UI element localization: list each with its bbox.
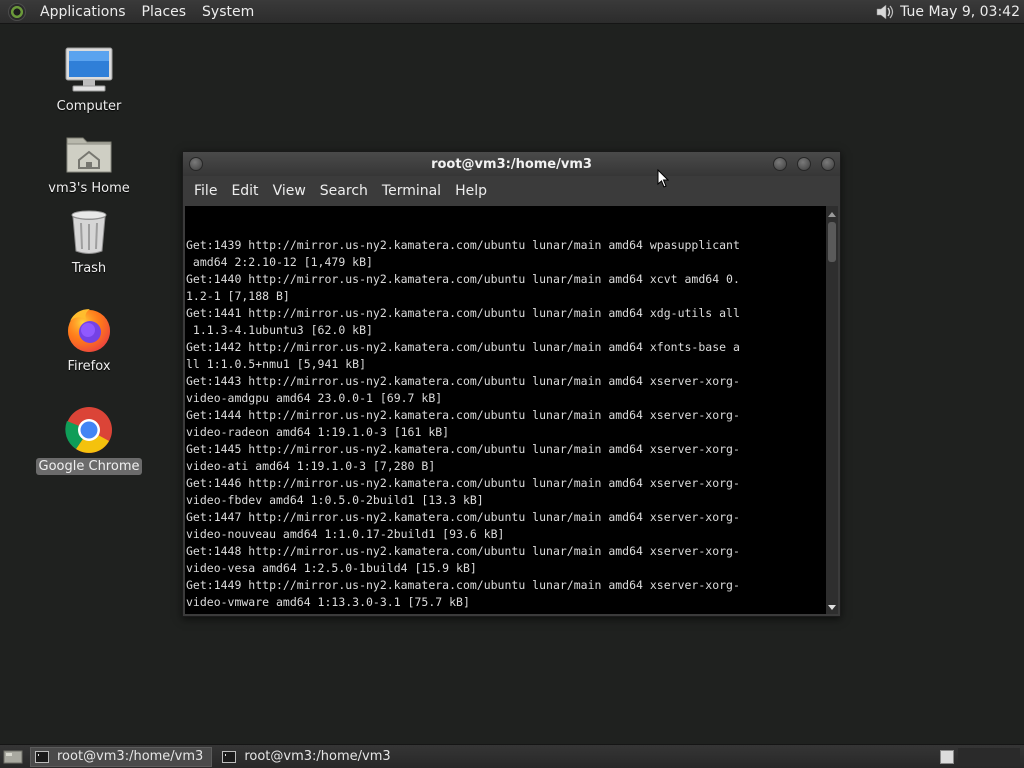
terminal-line: video-vesa amd64 1:2.5.0-1build4 [15.9 k…	[186, 561, 477, 575]
desktop-icon-computer[interactable]: Computer	[34, 44, 144, 115]
mouse-pointer-icon	[657, 168, 670, 193]
desktop-icon-label: Computer	[56, 99, 122, 114]
scroll-thumb[interactable]	[828, 222, 836, 262]
scroll-up-arrow-icon[interactable]	[828, 212, 836, 217]
terminal-line: Get:1447 http://mirror.us-ny2.kamatera.c…	[186, 510, 740, 524]
minimize-button[interactable]	[773, 157, 787, 171]
terminal-line: video-radeon amd64 1:19.1.0-3 [161 kB]	[186, 425, 450, 439]
terminal-output[interactable]: Get:1439 http://mirror.us-ny2.kamatera.c…	[185, 206, 826, 614]
terminal-line: Get:1440 http://mirror.us-ny2.kamatera.c…	[186, 272, 740, 286]
menu-view[interactable]: View	[266, 183, 313, 199]
desktop-icon-label: Firefox	[67, 359, 111, 374]
home-folder-icon	[61, 126, 117, 178]
terminal-line: video-vmware amd64 1:13.3.0-3.1 [75.7 kB…	[186, 595, 470, 609]
show-desktop-icon[interactable]	[2, 748, 24, 766]
maximize-button[interactable]	[797, 157, 811, 171]
menu-applications[interactable]: Applications	[32, 0, 134, 24]
terminal-line: 1.2-1 [7,188 B]	[186, 289, 290, 303]
trash-icon	[61, 206, 117, 258]
menu-system[interactable]: System	[194, 0, 262, 24]
terminal-line: video-ati amd64 1:19.1.0-3 [7,280 B]	[186, 459, 436, 473]
terminal-line: video-nouveau amd64 1:1.0.17-2build1 [93…	[186, 527, 505, 541]
menu-terminal[interactable]: Terminal	[375, 183, 448, 199]
workspace-switcher-2[interactable]	[958, 748, 1020, 766]
terminal-line: Get:1446 http://mirror.us-ny2.kamatera.c…	[186, 476, 740, 490]
window-menu-button[interactable]	[189, 157, 203, 171]
speaker-icon[interactable]	[874, 2, 894, 22]
desktop-icon-home[interactable]: vm3's Home	[34, 126, 144, 197]
desktop-icon-chrome[interactable]: Google Chrome	[34, 404, 144, 475]
terminal-window[interactable]: root@vm3:/home/vm3 File Edit View Search…	[182, 151, 841, 617]
clock[interactable]: Tue May 9, 03:42	[900, 4, 1020, 20]
desktop-icon-label: Trash	[71, 261, 107, 276]
window-title: root@vm3:/home/vm3	[431, 156, 592, 172]
menu-places[interactable]: Places	[134, 0, 195, 24]
terminal-line: Get:1443 http://mirror.us-ny2.kamatera.c…	[186, 374, 740, 388]
desktop-icon-trash[interactable]: Trash	[34, 206, 144, 277]
desktop-icon-label: vm3's Home	[48, 181, 130, 196]
top-panel: Applications Places System Tue May 9, 03…	[0, 0, 1024, 24]
terminal-line: Get:1448 http://mirror.us-ny2.kamatera.c…	[186, 544, 740, 558]
menu-help[interactable]: Help	[448, 183, 494, 199]
terminal-icon	[222, 750, 237, 763]
firefox-icon	[61, 304, 117, 356]
terminal-line: Get:1442 http://mirror.us-ny2.kamatera.c…	[186, 340, 740, 354]
terminal-scrollbar[interactable]	[826, 206, 838, 614]
terminal-line: amd64 2:2.10-12 [1,479 kB]	[186, 255, 373, 269]
window-titlebar[interactable]: root@vm3:/home/vm3	[183, 152, 840, 176]
bottom-panel: root@vm3:/home/vm3 root@vm3:/home/vm3	[0, 744, 1024, 768]
terminal-line: Get:1439 http://mirror.us-ny2.kamatera.c…	[186, 238, 740, 252]
terminal-line: ll 1:1.0.5+nmu1 [5,941 kB]	[186, 357, 367, 371]
distro-logo-icon[interactable]	[8, 2, 26, 21]
terminal-icon	[35, 750, 49, 763]
terminal-line: 1.1.3-4.1ubuntu3 [62.0 kB]	[186, 323, 373, 337]
chrome-icon	[61, 404, 117, 456]
terminal-line: Get:1444 http://mirror.us-ny2.kamatera.c…	[186, 408, 740, 422]
taskbar-item[interactable]: root@vm3:/home/vm3	[218, 747, 398, 767]
menu-edit[interactable]: Edit	[224, 183, 265, 199]
computer-icon	[61, 44, 117, 96]
menu-search[interactable]: Search	[313, 183, 375, 199]
workspace-switcher-1[interactable]	[940, 750, 954, 764]
terminal-line: Get:1441 http://mirror.us-ny2.kamatera.c…	[186, 306, 740, 320]
desktop-icon-firefox[interactable]: Firefox	[34, 304, 144, 375]
scroll-down-arrow-icon[interactable]	[828, 605, 836, 610]
menu-file[interactable]: File	[187, 183, 224, 199]
terminal-line: Get:1445 http://mirror.us-ny2.kamatera.c…	[186, 442, 740, 456]
taskbar-item[interactable]: root@vm3:/home/vm3	[30, 746, 213, 767]
taskbar-item-label: root@vm3:/home/vm3	[244, 749, 391, 764]
desktop-icon-label: Google Chrome	[35, 458, 143, 475]
taskbar-item-label: root@vm3:/home/vm3	[57, 749, 204, 764]
terminal-menubar: File Edit View Search Terminal Help	[183, 176, 840, 206]
terminal-line: Get:1449 http://mirror.us-ny2.kamatera.c…	[186, 578, 740, 592]
terminal-line: video-amdgpu amd64 23.0.0-1 [69.7 kB]	[186, 391, 443, 405]
terminal-line: video-fbdev amd64 1:0.5.0-2build1 [13.3 …	[186, 493, 484, 507]
close-button[interactable]	[821, 157, 835, 171]
